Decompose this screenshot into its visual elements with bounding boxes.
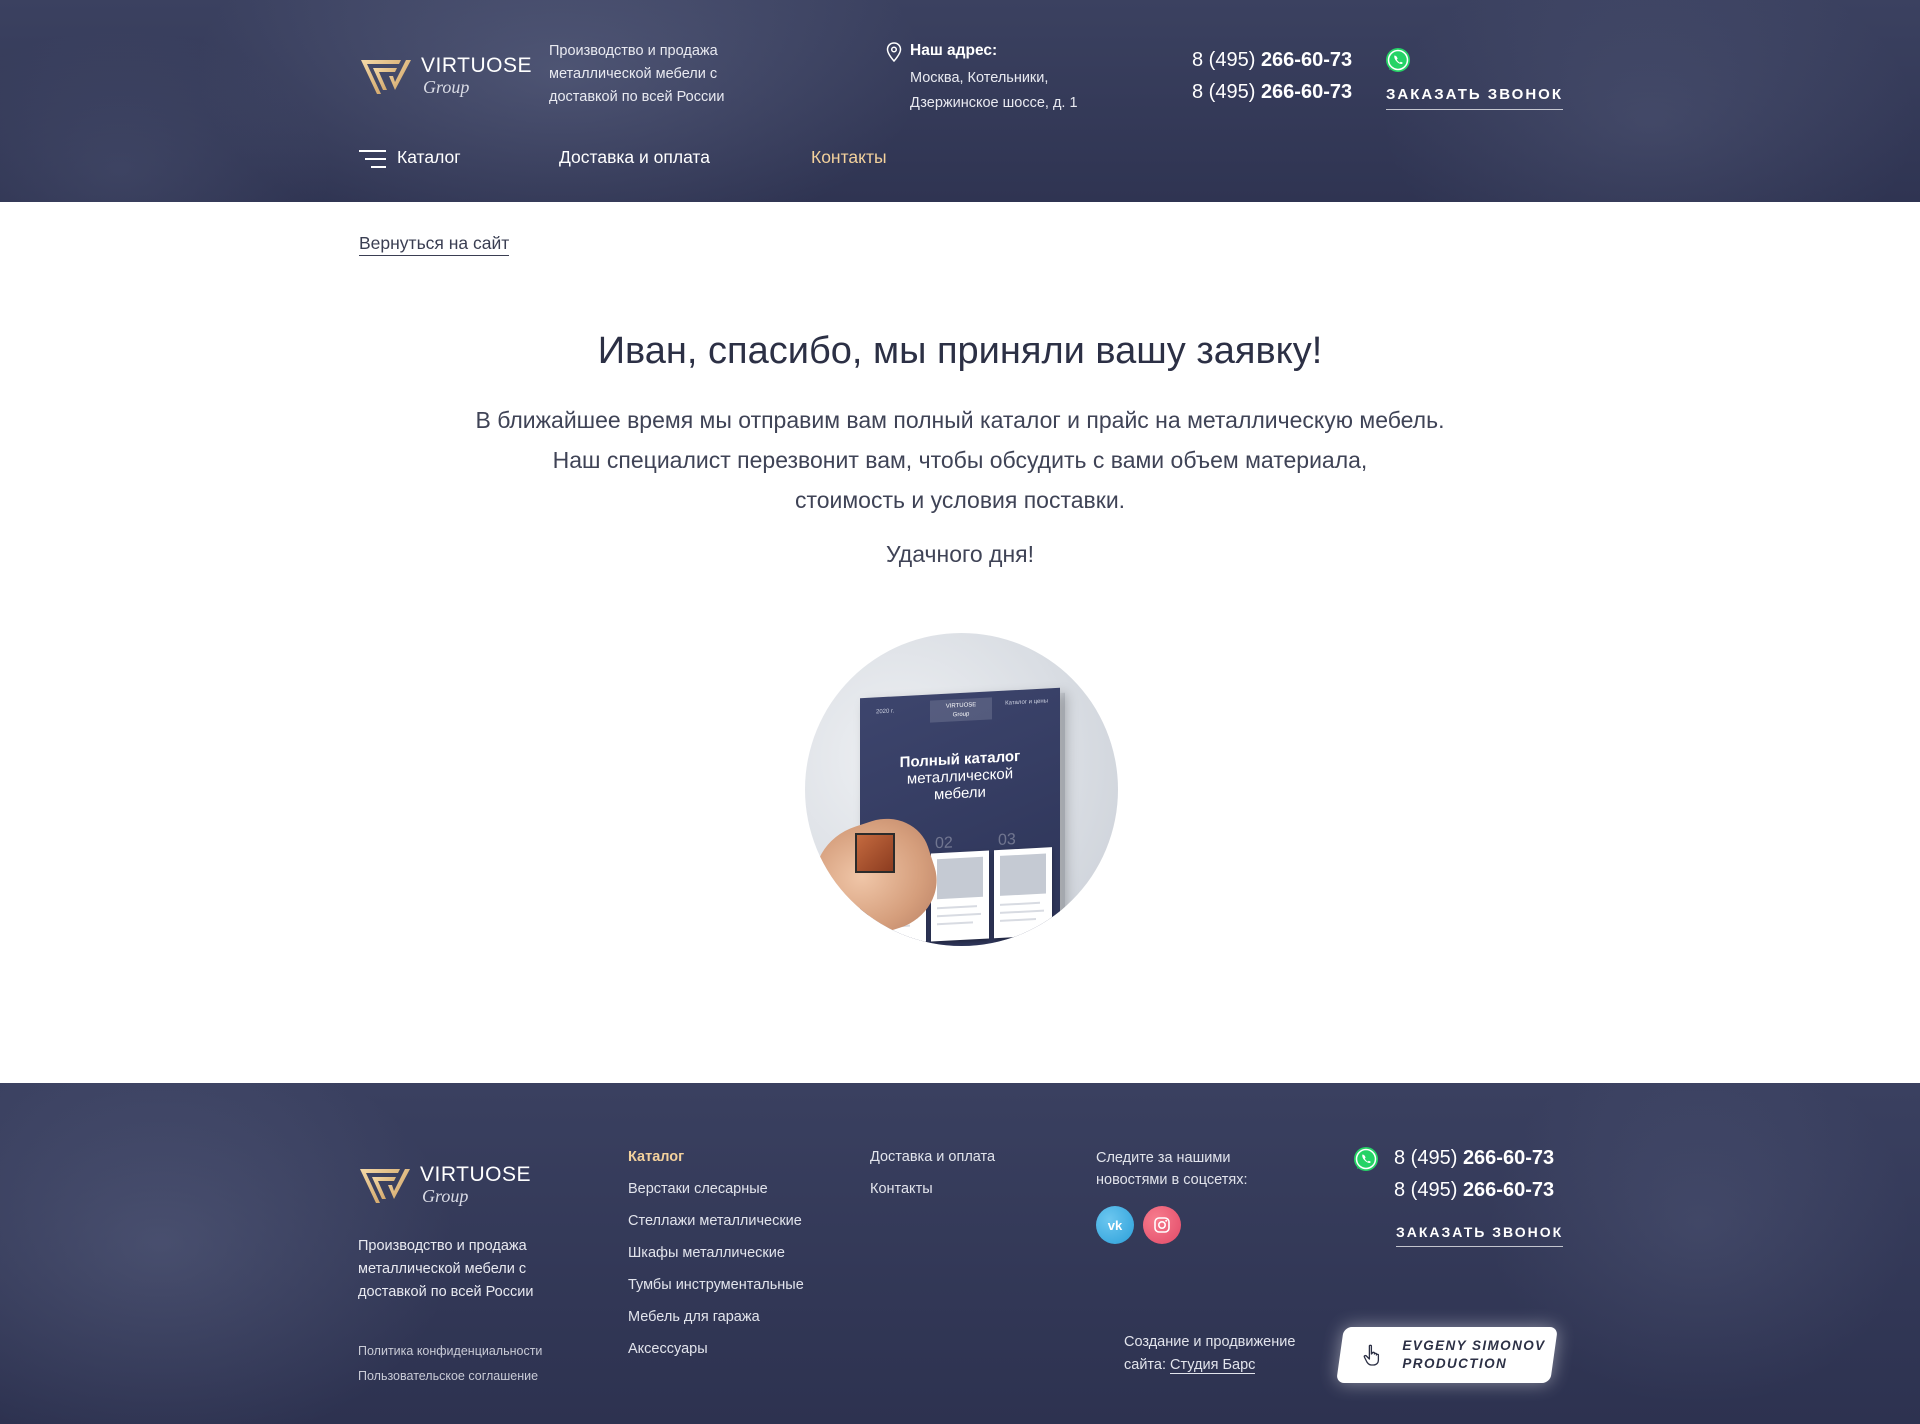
footer-link-workbenches[interactable]: Верстаки слесарные <box>628 1173 804 1205</box>
phone-number: 266-60-73 <box>1260 81 1353 103</box>
phone-prefix: 8 (495) <box>1192 49 1261 71</box>
studio-bars-link[interactable]: Студия Барс <box>1170 1357 1256 1374</box>
phone-number: 266-60-73 <box>1462 1179 1555 1201</box>
card-line <box>1000 901 1040 906</box>
logo[interactable]: VIRTUOSE Group <box>359 55 532 96</box>
thank-you-message: В ближайшее время мы отправим вам полный… <box>0 400 1920 520</box>
card-number: 03 <box>998 831 1016 850</box>
message-line-1: В ближайшее время мы отправим вам полный… <box>475 407 1445 433</box>
phone-prefix: 8 (495) <box>1192 81 1261 103</box>
phone-prefix: 8 (495) <box>1394 1179 1463 1201</box>
logo-brand: VIRTUOSE <box>421 54 532 77</box>
back-to-site-link[interactable]: Вернуться на сайт <box>359 233 510 256</box>
footer-phone-1[interactable]: 8 (495) 266-60-73 <box>1394 1147 1554 1170</box>
footer-link-catalog[interactable]: Каталог <box>628 1141 804 1173</box>
badge-line-2: PRODUCTION <box>1402 1356 1508 1371</box>
site-credit: Создание и продвижение сайта: Студия Бар… <box>1124 1331 1295 1377</box>
header-description: Производство и продажа металлической меб… <box>549 43 725 105</box>
footer-link-tool-cabinets[interactable]: Тумбы инструментальные <box>628 1269 804 1301</box>
phone-number: 266-60-73 <box>1260 49 1353 71</box>
cover-product-card: 03 <box>994 831 1052 939</box>
site-footer: VIRTUOSE Group Производство и продажа ме… <box>0 1083 1920 1424</box>
cabinet-thumbnail <box>855 833 895 873</box>
cover-logo: VIRTUOSE Group <box>930 697 992 723</box>
credit-line-1: Создание и продвижение <box>1124 1334 1296 1350</box>
cover-logo-sub: Group <box>952 711 970 719</box>
address-line-1: Москва, Котельники, <box>910 70 1049 86</box>
follow-us-text: Следите за нашими новостями в соцсетях: <box>1096 1150 1248 1188</box>
catalog-image: 2020 г. VIRTUOSE Group Каталог и цены По… <box>805 633 1118 946</box>
card-line <box>1000 909 1044 914</box>
card-photo <box>937 856 983 900</box>
logo-brand: VIRTUOSE <box>420 1163 531 1186</box>
whatsapp-icon[interactable] <box>1352 1145 1380 1173</box>
credit-prefix: сайта: <box>1124 1357 1171 1373</box>
message-line-3: стоимость и условия поставки. <box>794 487 1126 513</box>
header-phone-1[interactable]: 8 (495) 266-60-73 <box>1192 49 1352 72</box>
card-line <box>1000 918 1036 922</box>
location-pin-icon <box>886 42 902 62</box>
logo-sub: Group <box>423 77 470 97</box>
footer-description: Производство и продажа металлической меб… <box>358 1238 534 1300</box>
logo-text: VIRTUOSE Group <box>421 55 532 96</box>
pointer-hand-icon <box>1363 1344 1380 1366</box>
footer-link-contacts[interactable]: Контакты <box>870 1173 995 1205</box>
logo-sub: Group <box>422 1186 469 1206</box>
whatsapp-icon[interactable] <box>1384 46 1412 74</box>
message-line-2: Наш специалист перезвонит вам, чтобы обс… <box>552 447 1368 473</box>
card-number: 02 <box>935 834 953 853</box>
logo-mark-icon <box>360 1168 410 1203</box>
cover-logo-brand: VIRTUOSE <box>945 702 977 710</box>
credit-line-2: сайта: Студия Барс <box>1124 1354 1295 1377</box>
evgeny-simonov-badge[interactable]: EVGENY SIMONOV PRODUCTION <box>1336 1327 1558 1383</box>
footer-catalog-menu: Каталог Верстаки слесарные Стеллажи мета… <box>628 1141 804 1365</box>
address-title: Наш адрес: <box>910 42 998 59</box>
card-line <box>937 921 973 926</box>
footer-link-garage-furniture[interactable]: Мебель для гаража <box>628 1301 804 1333</box>
user-agreement-link[interactable]: Пользовательское соглашение <box>358 1369 538 1383</box>
order-call-button[interactable]: ЗАКАЗАТЬ ЗВОНОК <box>1386 86 1563 110</box>
page-title: Иван, спасибо, мы приняли вашу заявку! <box>597 330 1323 372</box>
farewell-text: Удачного дня! <box>885 541 1035 567</box>
phone-number: 266-60-73 <box>1462 1147 1555 1169</box>
cover-year: 2020 г. <box>876 708 895 716</box>
footer-link-delivery[interactable]: Доставка и оплата <box>870 1141 995 1173</box>
card-photo <box>1000 853 1046 896</box>
footer-phone-2[interactable]: 8 (495) 266-60-73 <box>1394 1179 1554 1202</box>
privacy-policy-link[interactable]: Политика конфиденциальности <box>358 1344 542 1358</box>
cover-title: Полный каталог металлической мебели <box>870 746 1050 806</box>
vk-glyph: vk <box>1107 1217 1123 1233</box>
footer-logo[interactable]: VIRTUOSE Group <box>358 1164 531 1205</box>
site-header: VIRTUOSE Group Производство и продажа ме… <box>0 0 1920 202</box>
phone-prefix: 8 (495) <box>1394 1147 1463 1169</box>
vk-icon[interactable]: vk <box>1096 1206 1134 1244</box>
nav-item-contacts[interactable]: Контакты <box>811 147 1920 171</box>
logo-mark-icon <box>361 59 411 94</box>
footer-link-shelving[interactable]: Стеллажи металлические <box>628 1205 804 1237</box>
footer-order-call-button[interactable]: ЗАКАЗАТЬ ЗВОНОК <box>1396 1224 1564 1247</box>
badge-line-1: EVGENY SIMONOV <box>1402 1338 1546 1353</box>
card-line <box>937 905 977 910</box>
logo-text: VIRTUOSE Group <box>420 1164 531 1205</box>
card-line <box>937 912 981 918</box>
hamburger-menu-icon[interactable] <box>359 150 386 168</box>
instagram-glyph <box>1154 1217 1170 1233</box>
footer-link-accessories[interactable]: Аксессуары <box>628 1333 804 1365</box>
footer-info-menu: Доставка и оплата Контакты <box>870 1141 995 1205</box>
instagram-icon[interactable] <box>1143 1206 1181 1244</box>
header-phone-2[interactable]: 8 (495) 266-60-73 <box>1192 81 1352 104</box>
footer-link-cabinets[interactable]: Шкафы металлические <box>628 1237 804 1269</box>
cover-product-card: 02 <box>931 834 989 942</box>
address-line-2: Дзержинское шоссе, д. 1 <box>910 95 1078 111</box>
